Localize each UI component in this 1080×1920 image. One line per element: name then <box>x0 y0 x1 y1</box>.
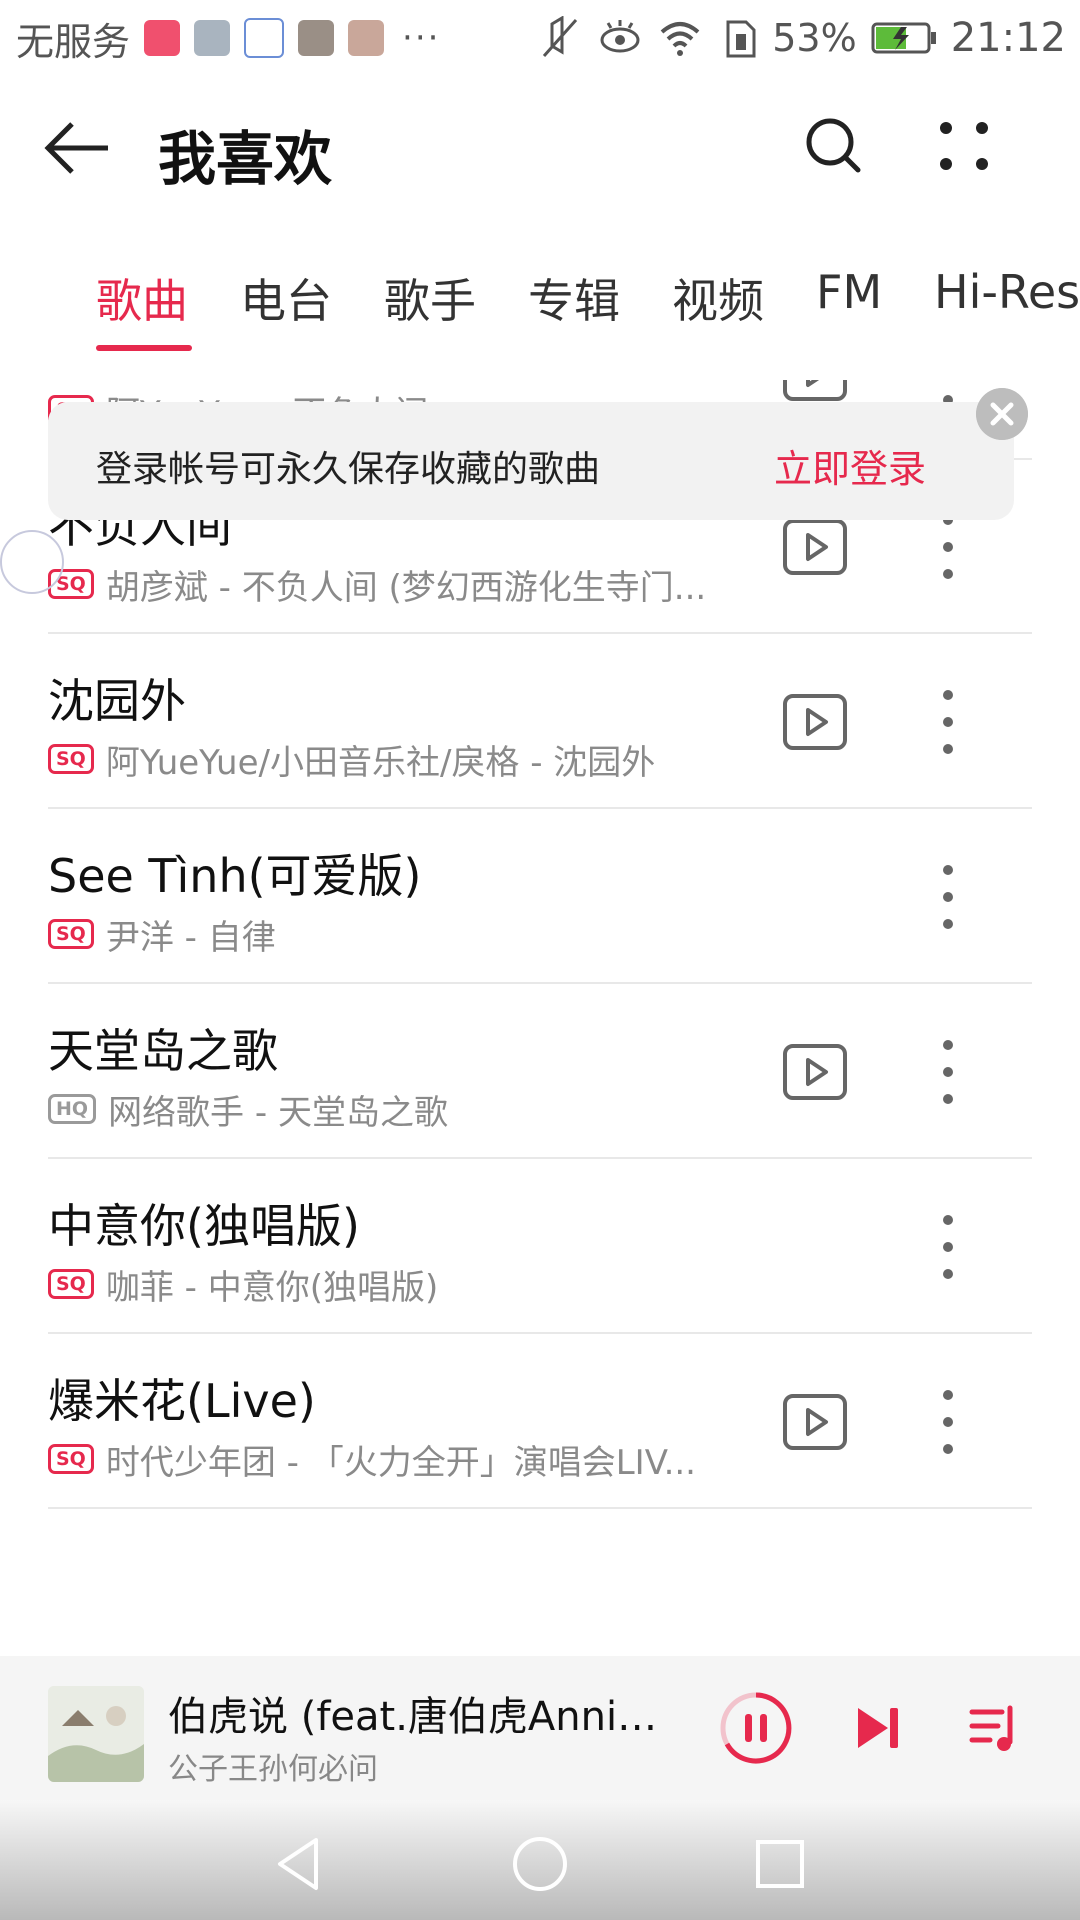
song-subtitle: SQ 时代少年团 - 「火力全开」演唱会LIV... <box>48 1437 696 1483</box>
baidu-app-icon <box>244 18 285 58</box>
now-playing-artist: 公子王孙何必问 <box>168 1752 378 1787</box>
app-header: 我喜欢 <box>0 90 1080 200</box>
song-row[interactable]: 天堂岛之歌 HQ 网络歌手 - 天堂岛之歌 <box>48 985 1032 1159</box>
song-title: 沈园外 <box>48 674 186 728</box>
tab-albums[interactable]: 专辑 <box>528 265 620 331</box>
artist-album-text: 网络歌手 - 天堂岛之歌 <box>108 1092 448 1133</box>
tab-singers[interactable]: 歌手 <box>384 265 476 331</box>
clock-time: 21:12 <box>950 15 1066 61</box>
play-box-icon[interactable] <box>782 1043 848 1101</box>
tab-videos[interactable]: 视频 <box>672 265 764 331</box>
album-cover-thumbnail[interactable] <box>48 1686 144 1782</box>
sq-quality-badge: SQ <box>48 1444 94 1474</box>
song-row[interactable]: 爆米花(Live) SQ 时代少年团 - 「火力全开」演唱会LIV... <box>48 1335 1032 1509</box>
mini-player[interactable]: 伯虎说 (feat.唐伯虎Annie)(... 公子王孙何必问 <box>0 1656 1080 1800</box>
vertical-dots-icon[interactable] <box>928 683 968 761</box>
touch-indicator <box>0 530 64 594</box>
login-banner: 登录帐号可永久保存收藏的歌曲 立即登录 <box>48 402 1014 520</box>
eye-comfort-icon <box>600 20 640 53</box>
music-app-icon <box>144 20 181 56</box>
four-dots-icon[interactable] <box>928 110 1000 182</box>
gallery-app-icon <box>194 20 231 56</box>
vertical-dots-icon[interactable] <box>928 858 968 936</box>
tab-hi-res[interactable]: Hi-Res <box>934 265 1080 319</box>
play-box-icon[interactable] <box>782 380 848 402</box>
skip-next-icon[interactable] <box>850 1700 906 1756</box>
song-row[interactable]: 沈园外 SQ 阿YueYue/小田音乐社/戾格 - 沈园外 <box>48 635 1032 809</box>
tab-fm[interactable]: FM <box>816 265 882 319</box>
artist-album-text: 胡彦斌 - 不负人间 (梦幻西游化生寺门... <box>105 567 707 608</box>
song-subtitle: SQ 尹洋 - 自律 <box>48 912 276 958</box>
avatar-notification-icon <box>298 20 335 56</box>
search-icon[interactable] <box>798 110 870 182</box>
song-title: 爆米花(Live) <box>48 1374 316 1428</box>
avatar-notification-icon <box>348 20 385 56</box>
arrow-left-icon[interactable] <box>38 108 118 188</box>
close-icon[interactable] <box>976 388 1028 440</box>
login-now-link[interactable]: 立即登录 <box>774 438 926 493</box>
artist-album-text: 尹洋 - 自律 <box>105 917 276 958</box>
song-list: SQ 阿YueYue - 不负人间 不负人间 SQ 胡彦斌 - 不负人间 (梦幻… <box>0 380 1080 1655</box>
song-title: 天堂岛之歌 <box>48 1024 278 1078</box>
sq-quality-badge: SQ <box>48 1269 94 1299</box>
more-notifications-icon: ··· <box>402 18 441 58</box>
song-row[interactable]: 中意你(独唱版) SQ 咖菲 - 中意你(独唱版) <box>48 1160 1032 1334</box>
hq-quality-badge: HQ <box>48 1094 97 1124</box>
artist-album-text: 时代少年团 - 「火力全开」演唱会LIV... <box>105 1442 696 1483</box>
back-triangle-icon[interactable] <box>270 1834 330 1894</box>
song-row[interactable]: See Tình(可爱版) SQ 尹洋 - 自律 <box>48 810 1032 984</box>
tab-radio[interactable]: 电台 <box>240 265 332 331</box>
system-navigation-bar <box>0 1800 1080 1920</box>
category-tabs: 歌曲 电台 歌手 专辑 视频 FM Hi-Res <box>0 265 1080 355</box>
page-title: 我喜欢 <box>158 125 333 193</box>
song-title: See Tình(可爱版) <box>48 849 422 903</box>
home-circle-icon[interactable] <box>510 1834 570 1894</box>
song-subtitle: SQ 咖菲 - 中意你(独唱版) <box>48 1262 439 1308</box>
pause-circle-icon[interactable] <box>718 1690 794 1766</box>
artist-album-text: 阿YueYue/小田音乐社/戾格 - 沈园外 <box>105 742 656 783</box>
vertical-dots-icon[interactable] <box>928 1033 968 1111</box>
battery-percent: 53% <box>772 16 857 60</box>
artist-album-text: 咖菲 - 中意你(独唱版) <box>105 1267 439 1308</box>
play-box-icon[interactable] <box>782 1393 848 1451</box>
tab-songs[interactable]: 歌曲 <box>96 265 188 331</box>
vertical-dots-icon[interactable] <box>928 1208 968 1286</box>
play-box-icon[interactable] <box>782 693 848 751</box>
battery-charging-icon <box>871 22 936 54</box>
song-subtitle: SQ 胡彦斌 - 不负人间 (梦幻西游化生寺门... <box>48 562 707 608</box>
sim-card-icon <box>726 20 756 58</box>
recents-square-icon[interactable] <box>750 1834 810 1894</box>
sq-quality-badge: SQ <box>48 919 94 949</box>
active-tab-indicator <box>96 345 192 351</box>
play-box-icon[interactable] <box>782 518 848 576</box>
now-playing-title: 伯虎说 (feat.唐伯虎Annie)(... <box>168 1694 668 1740</box>
mute-icon <box>543 16 578 57</box>
song-subtitle: SQ 阿YueYue/小田音乐社/戾格 - 沈园外 <box>48 737 656 783</box>
login-prompt-text: 登录帐号可永久保存收藏的歌曲 <box>96 449 601 490</box>
carrier-text: 无服务 <box>16 19 131 64</box>
vertical-dots-icon[interactable] <box>928 1383 968 1461</box>
song-subtitle: HQ 网络歌手 - 天堂岛之歌 <box>48 1087 448 1133</box>
song-title: 中意你(独唱版) <box>48 1199 360 1253</box>
sq-quality-badge: SQ <box>48 744 94 774</box>
playlist-icon[interactable] <box>968 1700 1024 1756</box>
wifi-icon <box>660 22 700 56</box>
status-bar: 无服务 ··· 53% 21:12 <box>0 0 1080 76</box>
